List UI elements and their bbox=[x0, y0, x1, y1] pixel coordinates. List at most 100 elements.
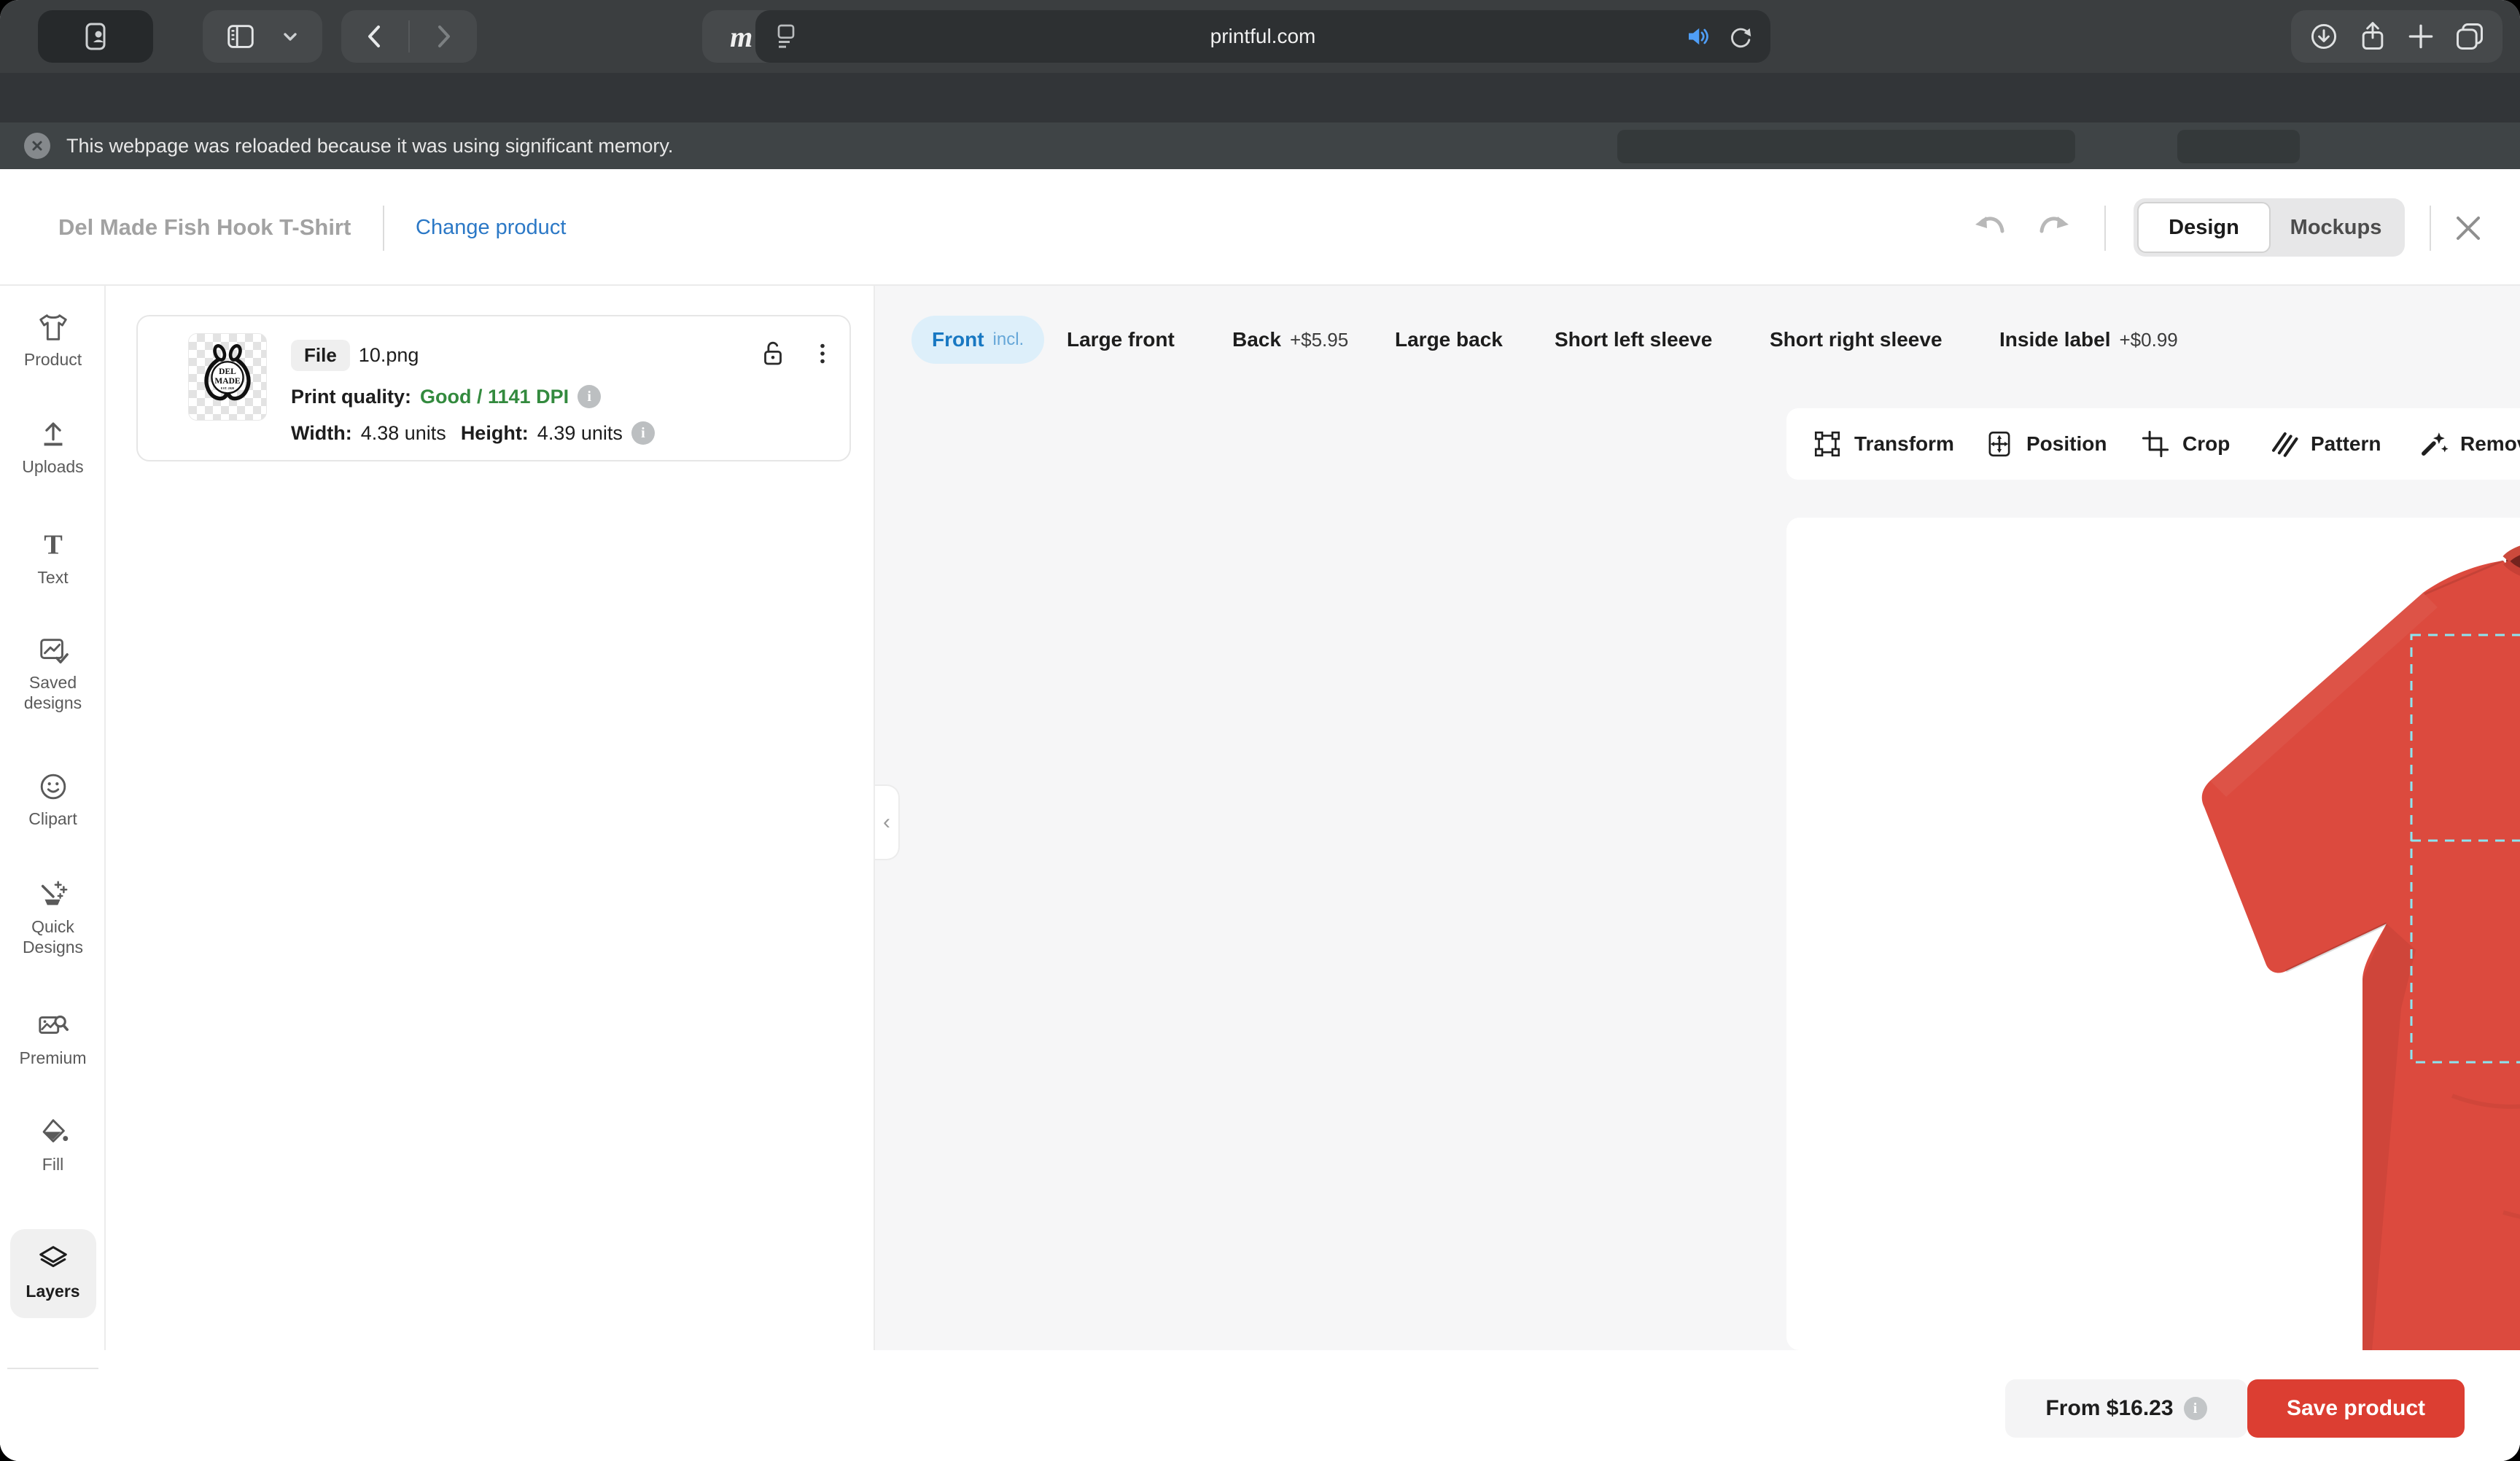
svg-text:DEL: DEL bbox=[219, 367, 236, 376]
forward-button[interactable] bbox=[428, 21, 459, 52]
header-divider bbox=[383, 206, 384, 251]
nav-divider bbox=[408, 20, 410, 52]
notification-text: This webpage was reloaded because it was… bbox=[66, 135, 673, 157]
share-icon[interactable] bbox=[2357, 20, 2389, 52]
print-area-overlay bbox=[1786, 518, 2520, 1350]
crop-button[interactable]: Crop bbox=[2140, 408, 2230, 480]
sidebar-item-text[interactable]: T Text bbox=[0, 529, 106, 588]
sidebar-item-layers[interactable]: Layers bbox=[0, 1242, 106, 1302]
crop-icon bbox=[2140, 429, 2171, 459]
tab-bar: m G ✺ ✿ U ✾ ✳ ⧉ My Account - Paradise Gr… bbox=[0, 73, 2520, 122]
placement-short-left-sleeve[interactable]: Short left sleeve bbox=[1555, 316, 1712, 364]
placement-back[interactable]: Back +$5.95 bbox=[1232, 316, 1348, 364]
tab-design[interactable]: Design bbox=[2137, 202, 2271, 253]
sidebar-item-uploads[interactable]: Uploads bbox=[0, 418, 106, 478]
back-button[interactable] bbox=[359, 21, 390, 52]
height-value: 4.39 units bbox=[537, 422, 623, 445]
downloads-icon[interactable] bbox=[2308, 20, 2340, 52]
tshirt-icon bbox=[36, 311, 70, 344]
close-icon[interactable] bbox=[2451, 211, 2485, 245]
sidebar-item-saved-designs[interactable]: Saved designs bbox=[0, 634, 106, 713]
browser-toolbar: m M printful.com bbox=[0, 0, 2520, 73]
price-summary: From $16.23 i bbox=[2005, 1379, 2247, 1438]
position-button[interactable]: Position bbox=[1984, 408, 2107, 480]
pattern-button[interactable]: Pattern bbox=[2268, 408, 2381, 480]
width-label: Width: bbox=[291, 422, 352, 445]
placement-large-back[interactable]: Large back bbox=[1395, 316, 1503, 364]
magic-wand-icon bbox=[36, 878, 70, 911]
left-rail: Product Uploads T Text Saved designs Cli… bbox=[0, 286, 106, 1461]
info-icon[interactable]: i bbox=[631, 421, 655, 445]
save-product-button[interactable]: Save product bbox=[2247, 1379, 2465, 1438]
url-text: printful.com bbox=[755, 25, 1770, 48]
svg-text:EST. 2020: EST. 2020 bbox=[221, 386, 234, 390]
remove-background-icon bbox=[2418, 429, 2449, 459]
tab-audio-icon[interactable] bbox=[1684, 23, 1711, 50]
editor-main: Front incl. Large front Back +$5.95 Larg… bbox=[875, 286, 2520, 1461]
transform-button[interactable]: Transform bbox=[1812, 408, 1954, 480]
editor-header: Del Made Fish Hook T-Shirt Change produc… bbox=[0, 169, 2520, 286]
layers-icon bbox=[36, 1242, 70, 1276]
browser-window: m M printful.com bbox=[0, 0, 2520, 1461]
printful-editor: Del Made Fish Hook T-Shirt Change produc… bbox=[0, 169, 2520, 1461]
layers-panel: DEL MADE EST. 2020 File 10.png Print qua… bbox=[106, 286, 875, 1461]
price-text: From $16.23 bbox=[2045, 1396, 2173, 1421]
address-bar[interactable]: printful.com bbox=[755, 10, 1770, 63]
clipart-smiley-icon bbox=[36, 770, 70, 803]
sidebar-chevron-down-icon[interactable] bbox=[279, 26, 301, 47]
saved-designs-icon bbox=[36, 634, 70, 667]
print-quality-label: Print quality: bbox=[291, 386, 411, 408]
background-artifact bbox=[2177, 130, 2300, 163]
sidebar-item-premium[interactable]: Premium bbox=[0, 1009, 106, 1069]
text-icon: T bbox=[36, 529, 70, 562]
price-info-icon[interactable]: i bbox=[2184, 1397, 2207, 1420]
bottom-bar: From $16.23 i Save product bbox=[0, 1350, 2520, 1461]
change-product-link[interactable]: Change product bbox=[416, 216, 566, 240]
collapse-panel-handle[interactable]: ‹ bbox=[875, 784, 900, 860]
height-label: Height: bbox=[461, 422, 529, 445]
header-divider bbox=[2104, 206, 2106, 251]
notification-bar: This webpage was reloaded because it was… bbox=[0, 122, 2520, 169]
svg-text:T: T bbox=[44, 530, 63, 561]
new-tab-icon[interactable] bbox=[2405, 20, 2437, 52]
tab-overview-icon[interactable] bbox=[2454, 20, 2486, 52]
extension-h-icon[interactable]: m bbox=[730, 20, 752, 54]
design-toolbar: Transform Position Crop Pattern Remove b… bbox=[1786, 408, 2520, 480]
layer-thumbnail[interactable]: DEL MADE EST. 2020 bbox=[188, 333, 267, 421]
rail-divider-bottom bbox=[7, 1368, 98, 1369]
background-artifact bbox=[1617, 130, 2075, 163]
tab-mockups[interactable]: Mockups bbox=[2271, 202, 2401, 253]
layer-card[interactable]: DEL MADE EST. 2020 File 10.png Print qua… bbox=[136, 315, 851, 461]
fill-bucket-icon bbox=[36, 1115, 70, 1149]
sidebar-item-fill[interactable]: Fill bbox=[0, 1115, 106, 1175]
upload-icon bbox=[36, 418, 70, 451]
product-title: Del Made Fish Hook T-Shirt bbox=[58, 214, 351, 241]
design-canvas[interactable]: DEL MADE EST. 2020 bbox=[1786, 518, 2520, 1350]
sidebar-item-clipart[interactable]: Clipart bbox=[0, 770, 106, 830]
sidebar-toggle-button[interactable] bbox=[224, 20, 257, 53]
pattern-icon bbox=[2268, 429, 2299, 459]
placement-front[interactable]: Front incl. bbox=[911, 316, 1044, 364]
dismiss-notification-icon[interactable] bbox=[24, 133, 50, 159]
info-icon[interactable]: i bbox=[578, 385, 601, 408]
placement-inside-label[interactable]: Inside label +$0.99 bbox=[1999, 316, 2178, 364]
reload-icon[interactable] bbox=[1727, 23, 1754, 50]
lock-icon[interactable] bbox=[758, 338, 788, 369]
view-toggle: Design Mockups bbox=[2134, 198, 2405, 257]
sidebar-item-product[interactable]: Product bbox=[0, 311, 106, 370]
placement-large-front[interactable]: Large front bbox=[1067, 316, 1175, 364]
redo-button[interactable] bbox=[2036, 209, 2074, 246]
del-made-logo-thumb: DEL MADE EST. 2020 bbox=[192, 340, 262, 413]
profile-icon bbox=[78, 19, 113, 54]
width-value: 4.38 units bbox=[361, 422, 446, 445]
sidebar-item-quick-designs[interactable]: Quick Designs bbox=[0, 878, 106, 957]
undo-button[interactable] bbox=[1970, 209, 2008, 246]
placement-short-right-sleeve[interactable]: Short right sleeve bbox=[1770, 316, 1942, 364]
header-divider bbox=[2430, 206, 2431, 251]
print-quality-value: Good / 1141 DPI bbox=[420, 386, 569, 408]
profile-button[interactable] bbox=[38, 10, 153, 63]
file-badge: File bbox=[291, 340, 350, 371]
transform-icon bbox=[1812, 429, 1843, 459]
kebab-menu-icon[interactable] bbox=[807, 338, 838, 369]
remove-background-button[interactable]: Remove background bbox=[2418, 408, 2520, 480]
